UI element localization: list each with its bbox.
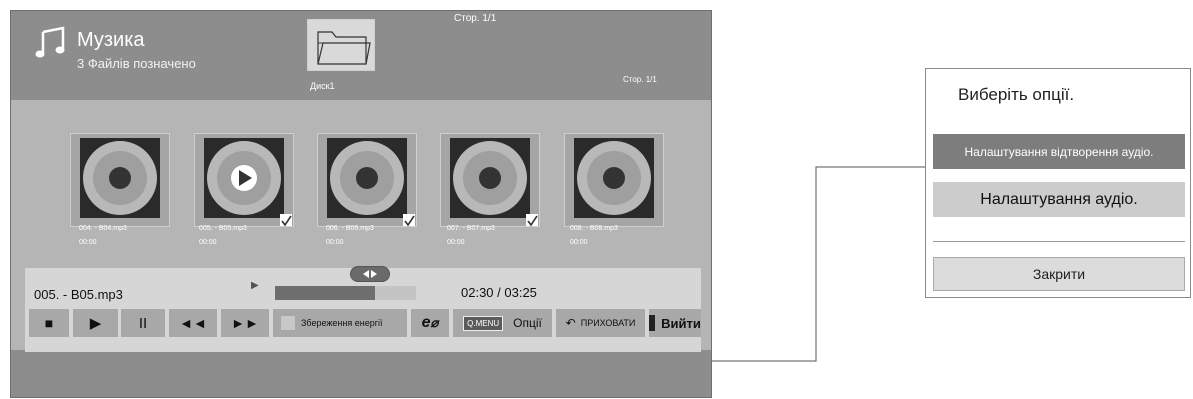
audio-playback-settings-option[interactable]: Налаштування відтворення аудіо. [933, 134, 1185, 169]
page-title: Музика [77, 29, 145, 51]
dialog-divider [933, 241, 1185, 242]
check-icon [526, 214, 538, 227]
folder-icon [317, 31, 371, 65]
disc-image [450, 138, 530, 218]
thumbnail[interactable] [317, 133, 417, 227]
thumbnail-time: 00:00 [199, 239, 217, 246]
eco-button[interactable]: e ⌀ [411, 309, 449, 337]
thumbnail-name: 006. - B06.mp3 [326, 225, 374, 232]
page-indicator-top: Стор. 1/1 [454, 13, 497, 24]
playback-time: 02:30 / 03:25 [461, 285, 537, 300]
return-icon: ↶ [565, 316, 576, 330]
options-dialog: Виберіть опції. Налаштування відтворення… [925, 68, 1191, 298]
thumbnail-time: 00:00 [570, 239, 588, 246]
thumbnail[interactable] [564, 133, 664, 227]
dialog-title: Виберіть опції. [958, 85, 1075, 104]
thumbnail[interactable] [440, 133, 540, 227]
thumbnail-time: 00:00 [79, 239, 97, 246]
folder-disk1[interactable] [307, 19, 375, 71]
disc-image [574, 138, 654, 218]
qmenu-key: Q.MENU [463, 315, 504, 331]
thumbnail[interactable] [70, 133, 170, 227]
exit-icon [649, 315, 656, 331]
qmenu-options-button[interactable]: Q.MENU Опції [453, 309, 552, 337]
thumbnail[interactable] [194, 133, 294, 227]
thumbnail-name: 007. - B07.mp3 [447, 225, 495, 232]
thumbnail-name: 005. - B05.mp3 [199, 225, 247, 232]
seek-handle[interactable] [350, 266, 390, 282]
thumbnail-time: 00:00 [326, 239, 344, 246]
energy-key-icon [281, 316, 295, 330]
stop-button[interactable]: ■ [29, 309, 69, 337]
progress-fill [275, 286, 376, 300]
folder-label: Диск1 [310, 81, 335, 91]
progress-bar[interactable] [275, 286, 416, 300]
thumbnail-name: 004. - B04.mp3 [79, 225, 127, 232]
pause-button[interactable]: II [121, 309, 165, 337]
forward-button[interactable]: ►► [221, 309, 269, 337]
selected-count: 3 Файлів позначено [77, 56, 196, 71]
audio-settings-option[interactable]: Налаштування аудіо. [933, 182, 1185, 217]
play-indicator-icon: ▶ [251, 280, 259, 291]
disc-image [80, 138, 160, 218]
close-button[interactable]: Закрити [933, 257, 1185, 291]
check-icon [403, 214, 415, 227]
page-indicator-right: Стор. 1/1 [623, 75, 657, 84]
options-label: Опції [513, 316, 542, 330]
rewind-button[interactable]: ◄◄ [169, 309, 217, 337]
hide-button[interactable]: ↶ ПРИХОВАТИ [556, 309, 645, 337]
eco-icon: e [421, 314, 431, 331]
check-icon [280, 214, 292, 227]
energy-label: Збереження енергії [301, 318, 383, 328]
exit-button[interactable]: Вийти [649, 309, 701, 337]
playback-bar: 005. - B05.mp3 ▶ 02:30 / 03:25 ■ ▶ II ◄◄… [25, 266, 701, 352]
music-screen: Музика 3 Файлів позначено Стор. 1/1 Диск… [10, 10, 712, 398]
play-button[interactable]: ▶ [73, 309, 118, 337]
exit-label: Вийти [661, 315, 701, 331]
current-file: 005. - B05.mp3 [34, 287, 123, 302]
disc-image [204, 138, 284, 218]
disc-image [327, 138, 407, 218]
thumbnail-name: 008. - B08.mp3 [570, 225, 618, 232]
music-note-icon [35, 26, 65, 58]
thumbnail-time: 00:00 [447, 239, 465, 246]
energy-saving-button[interactable]: Збереження енергії [273, 309, 407, 337]
hide-label: ПРИХОВАТИ [580, 318, 636, 328]
